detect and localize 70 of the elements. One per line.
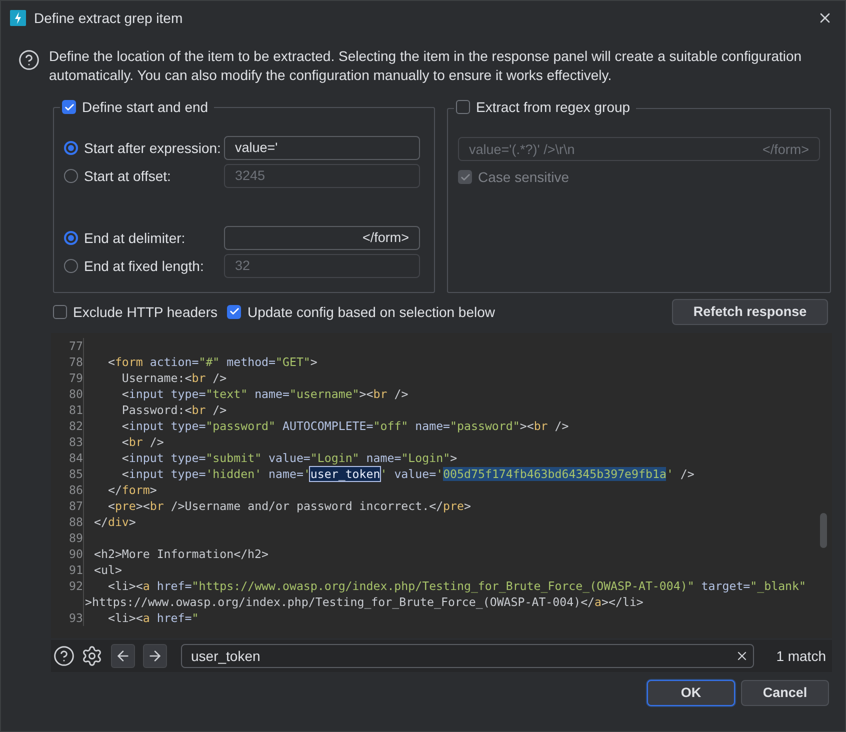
- line-number: 90: [68, 546, 83, 560]
- code-line: <h2>More Information</h2>: [94, 546, 269, 560]
- line-number: 88: [68, 514, 83, 528]
- line-number: 81: [68, 402, 83, 416]
- checkbox[interactable]: [53, 304, 67, 318]
- check-icon: [228, 306, 240, 317]
- code-line: <br />: [120, 434, 164, 448]
- app-logo-icon: [10, 10, 26, 26]
- line-number: 84: [68, 450, 83, 464]
- radio-button[interactable]: [64, 140, 78, 154]
- line-number: 91: [68, 562, 83, 576]
- code-line: Username:<br />: [120, 370, 227, 384]
- code-line: </form>: [106, 482, 157, 496]
- arrow-left-icon[interactable]: [115, 648, 131, 664]
- radio-button[interactable]: [64, 230, 78, 244]
- dialog-button[interactable]: Cancel: [741, 680, 829, 706]
- dialog-button[interactable]: OK: [647, 680, 735, 706]
- description-text: Define the location of the item to be extracted. Selecting the item in the response panel will create a suitable configuration automatically. You can also modify the configuration manually to ensure it works effectively.: [49, 47, 803, 85]
- line-number: 87: [68, 498, 83, 512]
- settings-icon[interactable]: [81, 644, 103, 666]
- code-line: <pre><br />Username and/or password incorrect.</pre>: [106, 498, 471, 512]
- line-number: 83: [68, 434, 83, 448]
- code-line: <ul>: [94, 562, 122, 576]
- code-line: <form action="#" method="GET">: [106, 354, 318, 368]
- line-number: 77: [68, 338, 83, 352]
- line-number: 79: [68, 370, 83, 384]
- search-field[interactable]: user_token: [181, 644, 754, 668]
- window-title: Define extract grep item: [34, 10, 184, 26]
- previous-button[interactable]: [111, 644, 135, 668]
- code-line: >https://www.owasp.org/index.php/Testing_for_Brute_Force_(OWASP-AT-004)</a></li>: [85, 594, 644, 608]
- radio-label: End at fixed length:: [84, 258, 204, 274]
- code-line: Password:<br />: [120, 402, 227, 416]
- radio-button[interactable]: [64, 168, 78, 182]
- scrollbar[interactable]: [820, 512, 827, 548]
- checkbox[interactable]: [62, 100, 76, 114]
- check-icon: [64, 102, 74, 112]
- radio-option[interactable]: Start at offset:: [64, 168, 224, 184]
- line-number: 93: [68, 610, 83, 624]
- line-number: 92: [68, 578, 83, 592]
- radio-option[interactable]: End at delimiter:: [64, 230, 224, 246]
- checkbox[interactable]: [456, 100, 470, 114]
- line-number: 86: [68, 482, 83, 496]
- checkbox[interactable]: [458, 170, 472, 184]
- arrow-right-icon[interactable]: [147, 648, 163, 664]
- line-number: 78: [68, 354, 83, 368]
- radio-button[interactable]: [64, 258, 78, 272]
- line-number: 85: [68, 466, 83, 480]
- help-icon: [18, 49, 40, 71]
- next-button[interactable]: [143, 644, 167, 668]
- checkbox-label: Case sensitive: [478, 169, 570, 185]
- code-line: <li><a href="https://www.owasp.org/index.php/Testing_for_Brute_Force_(OWASP-AT-004)" target="_blank": [106, 578, 806, 592]
- checkbox[interactable]: [227, 304, 242, 318]
- code-line: <input type='hidden' name='user_token' value='005d75f174fb463bd64345b397e9fb1a' />: [120, 466, 694, 480]
- code-line: <li><a href=": [106, 610, 199, 624]
- input-field[interactable]: </form>: [224, 226, 420, 250]
- line-number: 89: [68, 530, 83, 544]
- code-line: <input type="submit" value="Login" name="Login">: [120, 450, 458, 464]
- radio-label: Start at offset:: [84, 168, 171, 184]
- line-number: 82: [68, 418, 83, 432]
- radio-label: End at delimiter:: [84, 230, 186, 246]
- code-line: <input type="text" name="username"><br />: [120, 386, 408, 400]
- input-field[interactable]: value=': [224, 136, 420, 160]
- code-line: </div>: [94, 514, 136, 528]
- line-number: 80: [68, 386, 83, 400]
- check-icon: [460, 172, 470, 182]
- code-line: <input type="password" AUTOCOMPLETE="off" name="password"><br />: [120, 418, 569, 432]
- match-count: 1 match: [776, 648, 826, 664]
- refetch-button[interactable]: Refetch response: [672, 298, 828, 324]
- radio-option[interactable]: End at fixed length:: [64, 258, 224, 274]
- help-icon[interactable]: [53, 644, 75, 666]
